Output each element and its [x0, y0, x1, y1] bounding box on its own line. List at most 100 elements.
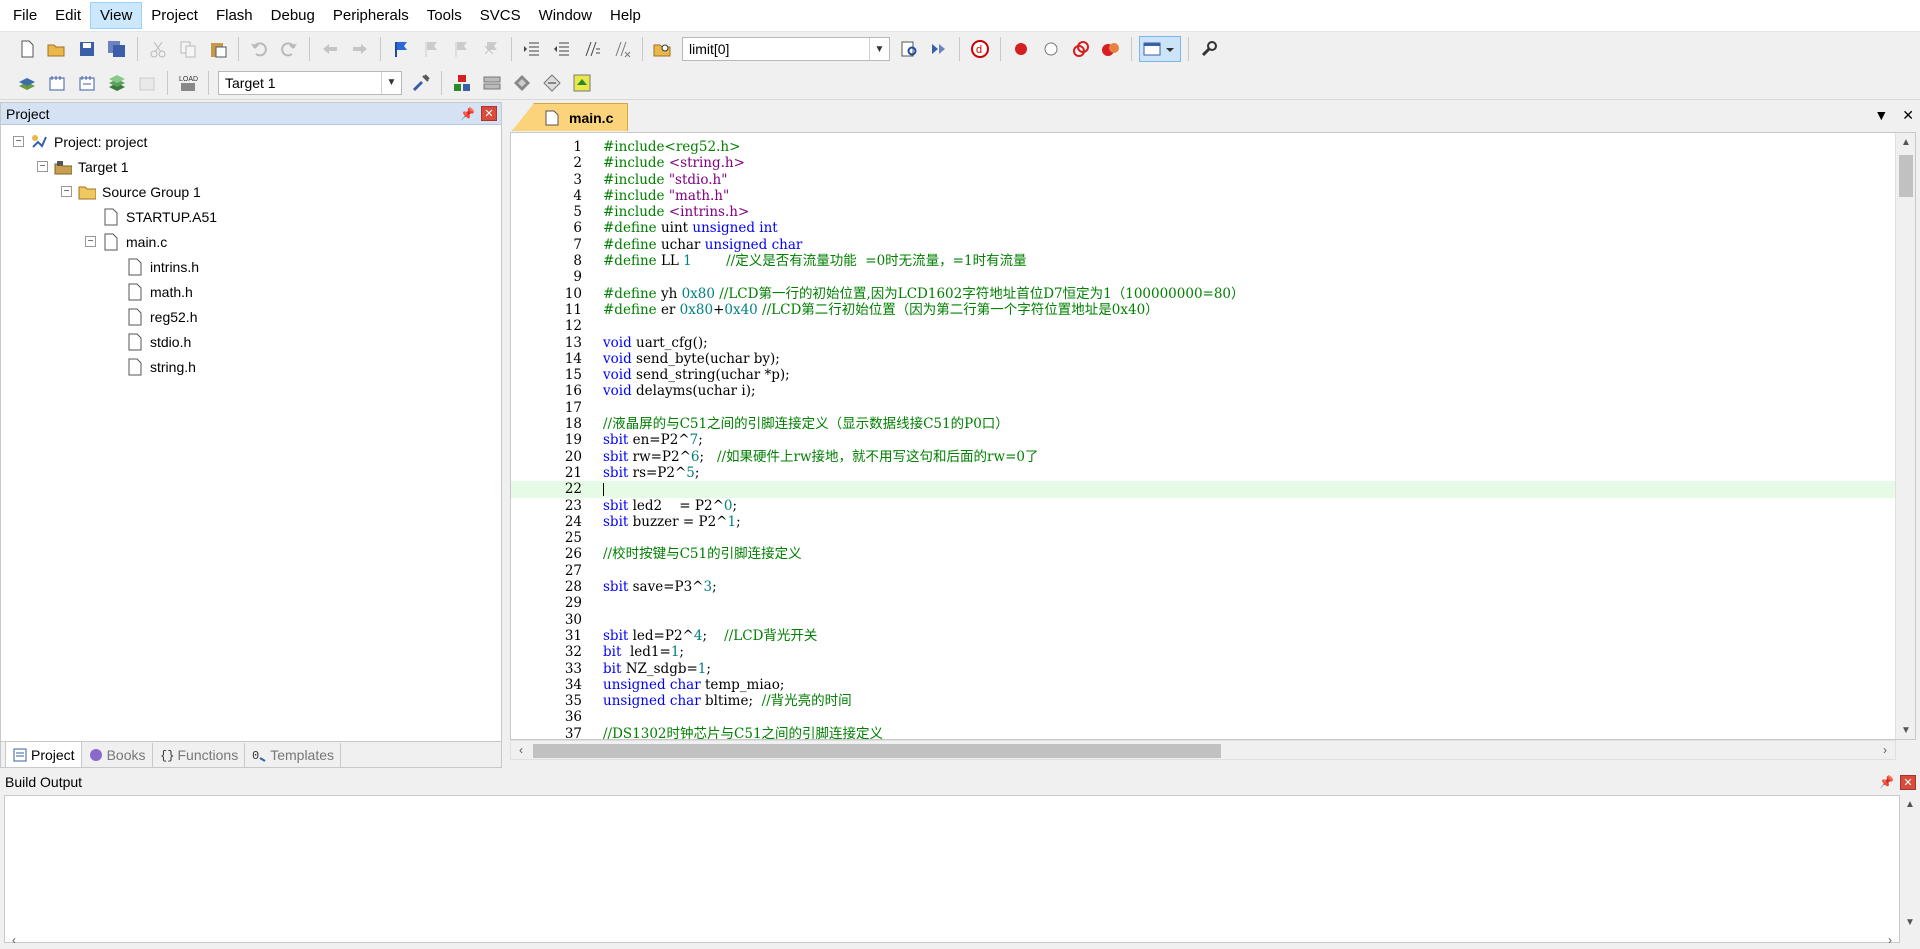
scroll-up-icon[interactable]: ▲ — [1896, 133, 1915, 151]
redo-button[interactable] — [276, 36, 302, 62]
navigate-forward-button[interactable] — [347, 36, 373, 62]
close-icon[interactable]: ✕ — [481, 106, 497, 121]
open-file-button[interactable] — [44, 36, 70, 62]
menu-flash[interactable]: Flash — [207, 3, 262, 28]
build-output-text[interactable] — [4, 795, 1900, 943]
tab-templates[interactable]: 0 Templates — [245, 743, 342, 767]
insert-bookmark-button[interactable] — [388, 36, 414, 62]
horizontal-scrollbar[interactable]: ‹ › — [510, 740, 1896, 760]
disable-all-breakpoints-button[interactable] — [1068, 36, 1094, 62]
menu-window[interactable]: Window — [530, 3, 601, 28]
uncomment-selection-button[interactable] — [609, 36, 635, 62]
close-editor-icon[interactable]: ✕ — [1902, 107, 1914, 124]
configure-button[interactable] — [1196, 36, 1222, 62]
paste-button[interactable] — [205, 36, 231, 62]
scroll-down-icon[interactable]: ▼ — [1896, 721, 1915, 739]
manage-project-items-button[interactable] — [479, 70, 505, 96]
stop-build-button[interactable] — [134, 70, 160, 96]
horizontal-scrollbar[interactable]: ‹ › — [4, 931, 1900, 949]
tab-functions[interactable]: {} Functions — [153, 743, 246, 767]
previous-bookmark-button[interactable] — [418, 36, 444, 62]
tree-item[interactable]: − Source Group 1 — [1, 179, 501, 204]
enable-breakpoint-button[interactable] — [1038, 36, 1064, 62]
chevron-down-icon[interactable]: ▼ — [381, 71, 401, 94]
navigate-back-button[interactable] — [317, 36, 343, 62]
build-button[interactable] — [44, 70, 70, 96]
scroll-left-icon[interactable]: ‹ — [511, 741, 531, 759]
cut-button[interactable] — [145, 36, 171, 62]
code-token: rs=P2^ — [632, 464, 687, 481]
vertical-scrollbar[interactable]: ▲ ▼ — [1900, 795, 1920, 931]
scroll-thumb[interactable] — [533, 744, 1221, 758]
pack-installer-button[interactable] — [569, 70, 595, 96]
tree-item[interactable]: string.h — [1, 354, 501, 379]
collapse-icon[interactable]: − — [61, 186, 72, 197]
new-file-button[interactable] — [14, 36, 40, 62]
batch-build-button[interactable] — [104, 70, 130, 96]
unindent-button[interactable] — [549, 36, 575, 62]
tree-item[interactable]: stdio.h — [1, 329, 501, 354]
collapse-icon[interactable]: − — [85, 236, 96, 247]
menu-view[interactable]: View — [90, 2, 143, 29]
save-button[interactable] — [74, 36, 100, 62]
scroll-left-icon[interactable]: ‹ — [4, 931, 24, 949]
tree-item[interactable]: reg52.h — [1, 304, 501, 329]
tab-books[interactable]: Books — [82, 743, 153, 767]
collapse-icon[interactable]: − — [37, 161, 48, 172]
window-layout-button[interactable] — [1139, 36, 1181, 62]
target-combo[interactable]: Target 1 ▼ — [218, 70, 402, 95]
scroll-down-icon[interactable]: ▼ — [1900, 913, 1920, 931]
undo-button[interactable] — [246, 36, 272, 62]
rebuild-button[interactable] — [74, 70, 100, 96]
tree-item[interactable]: − Target 1 — [1, 154, 501, 179]
menu-peripherals[interactable]: Peripherals — [324, 3, 418, 28]
options-for-target-button[interactable] — [408, 70, 434, 96]
insert-breakpoint-button[interactable] — [1008, 36, 1034, 62]
code-token: #include — [603, 171, 669, 188]
debug-session-button[interactable]: d — [967, 36, 993, 62]
save-all-button[interactable] — [104, 36, 130, 62]
find-in-files-button[interactable] — [650, 36, 676, 62]
clear-bookmarks-button[interactable] — [478, 36, 504, 62]
menu-file[interactable]: File — [4, 3, 46, 28]
menu-project[interactable]: Project — [142, 3, 207, 28]
menu-svcs[interactable]: SVCS — [471, 3, 530, 28]
pin-icon[interactable]: 📌 — [460, 107, 475, 121]
download-button[interactable]: LOAD — [175, 70, 201, 96]
scroll-right-icon[interactable]: › — [1875, 741, 1895, 759]
scroll-up-icon[interactable]: ▲ — [1900, 795, 1920, 813]
tree-item[interactable]: math.h — [1, 279, 501, 304]
menu-help[interactable]: Help — [601, 3, 650, 28]
menu-tools[interactable]: Tools — [418, 3, 471, 28]
vertical-scrollbar[interactable]: ▲ ▼ — [1895, 133, 1915, 739]
tab-project[interactable]: Project — [5, 741, 82, 767]
select-packs-button[interactable] — [509, 70, 535, 96]
menu-debug[interactable]: Debug — [262, 3, 324, 28]
pin-icon[interactable]: 📌 — [1879, 775, 1894, 789]
indent-button[interactable] — [519, 36, 545, 62]
tree-item[interactable]: STARTUP.A51 — [1, 204, 501, 229]
manage-rte-button[interactable] — [539, 70, 565, 96]
file-extensions-button[interactable] — [449, 70, 475, 96]
editor-tab-bar: main.c ▼ ✕ — [508, 102, 1920, 131]
tab-list-icon[interactable]: ▼ — [1874, 107, 1888, 124]
comment-selection-button[interactable] — [579, 36, 605, 62]
chevron-down-icon[interactable]: ▼ — [869, 38, 889, 60]
find-combo[interactable]: limit[0] ▼ — [682, 37, 890, 61]
tab-main-c[interactable]: main.c — [512, 103, 628, 131]
tree-item[interactable]: − main.c — [1, 229, 501, 254]
tree-item[interactable]: intrins.h — [1, 254, 501, 279]
incremental-find-button[interactable] — [926, 36, 952, 62]
next-bookmark-button[interactable] — [448, 36, 474, 62]
translate-button[interactable] — [14, 70, 40, 96]
find-button[interactable] — [896, 36, 922, 62]
kill-all-breakpoints-button[interactable] — [1098, 36, 1124, 62]
tree-item[interactable]: − Project: project — [1, 129, 501, 154]
collapse-icon[interactable]: − — [13, 136, 24, 147]
scroll-right-icon[interactable]: › — [1880, 931, 1900, 949]
menu-edit[interactable]: Edit — [46, 3, 90, 28]
scroll-thumb[interactable] — [1899, 155, 1913, 197]
code-editor[interactable]: 1 #include<reg52.h> 2 #include <string.h> 3 #… — [510, 132, 1916, 740]
close-icon[interactable]: ✕ — [1900, 774, 1916, 790]
copy-button[interactable] — [175, 36, 201, 62]
